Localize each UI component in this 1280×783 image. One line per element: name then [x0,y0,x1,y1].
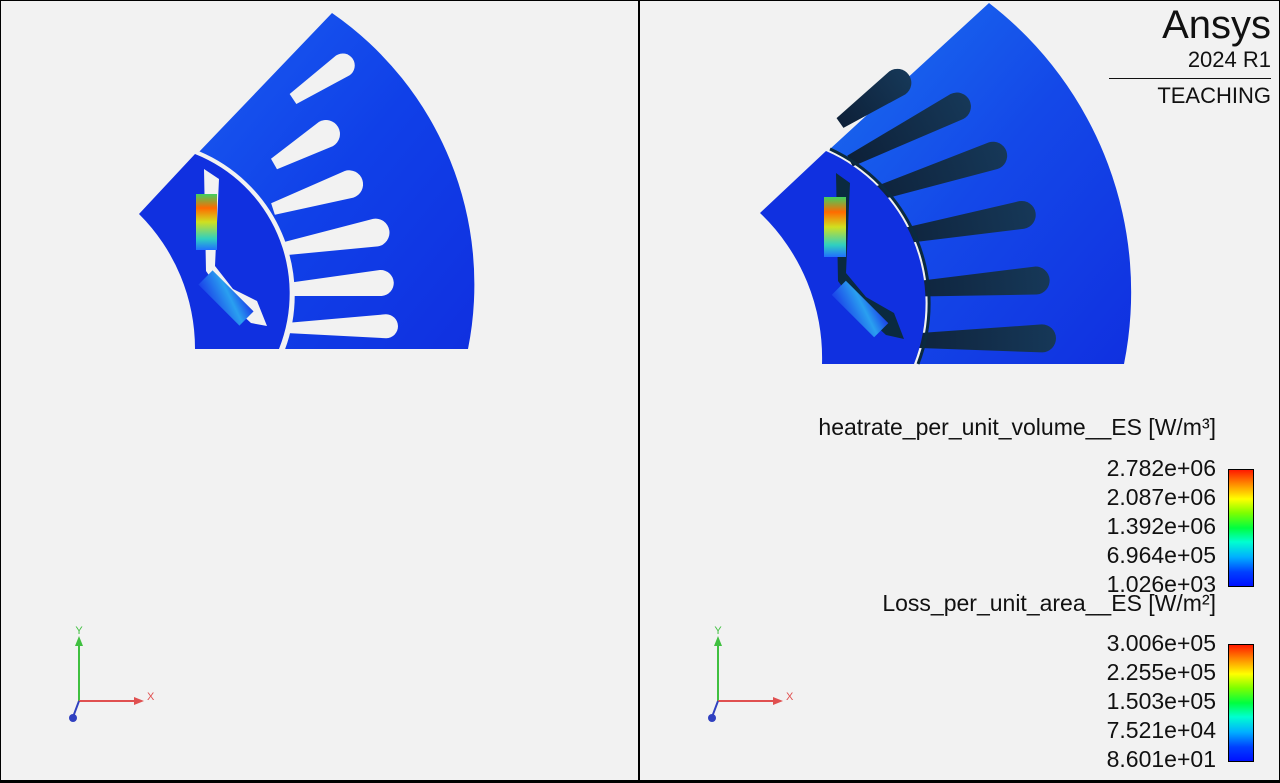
legend-loss-value: 1.503e+05 [1106,688,1216,714]
legend-loss-value: 8.601e+01 [1106,746,1216,772]
axis-triad: Y X [69,625,155,722]
legend-loss-title: Loss_per_unit_area__ES [W/m²] [882,590,1216,616]
legend-heat-value: 2.087e+06 [1106,484,1216,510]
x-axis-label: X [147,691,155,703]
legend-loss-value: 3.006e+05 [1106,630,1216,656]
rotor-magnet-1 [196,194,217,250]
brand-name: Ansys [1162,3,1271,47]
brand-divider [1109,78,1271,79]
x-axis-label: X [786,691,794,703]
legend-heat-value: 1.392e+06 [1106,513,1216,539]
axis-triad: Y X [708,625,794,722]
legend-loss-value: 2.255e+05 [1106,659,1216,685]
ansys-brand: Ansys 2024 R1 TEACHING [1109,3,1271,109]
legend-loss-values: 3.006e+05 2.255e+05 1.503e+05 7.521e+04 … [1016,629,1216,774]
y-axis-label: Y [75,625,83,637]
brand-edition: TEACHING [1157,83,1271,108]
viewport-right[interactable]: Y X Ansys 2024 R1 TEACHING heatrate_per_… [640,1,1279,780]
legend-heat-values: 2.782e+06 2.087e+06 1.392e+06 6.964e+05 … [1016,454,1216,597]
legend-heat-title: heatrate_per_unit_volume__ES [W/m³] [818,414,1216,440]
legend-loss-colorbar [1228,644,1254,762]
rotor-magnet-1 [824,197,846,257]
motor-model-left[interactable]: Y X [1,1,638,780]
legend-loss-value: 7.521e+04 [1106,717,1216,743]
legend-heat-value: 6.964e+05 [1106,542,1216,568]
brand-version: 2024 R1 [1187,47,1271,72]
legend-heat-colorbar [1228,469,1254,587]
viewport-left[interactable]: Y X [1,1,638,780]
y-axis-label: Y [714,625,722,637]
legend-heat-value: 2.782e+06 [1106,455,1216,481]
